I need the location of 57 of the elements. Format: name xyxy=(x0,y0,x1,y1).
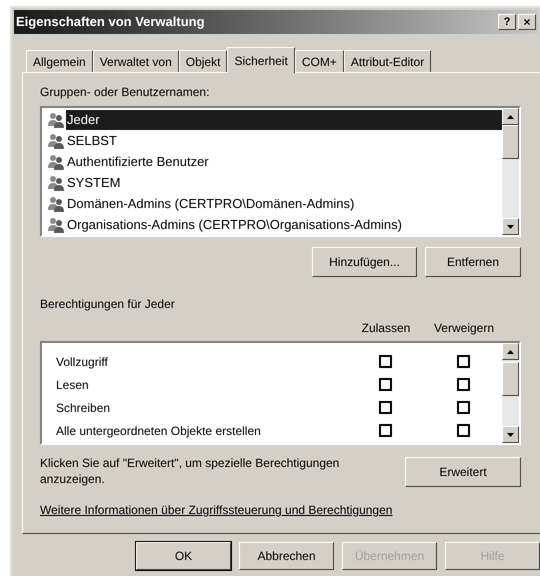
checkbox[interactable] xyxy=(456,401,470,414)
checkbox[interactable] xyxy=(456,424,470,437)
close-button[interactable]: × xyxy=(518,14,536,30)
scroll-thumb[interactable] xyxy=(502,362,519,396)
permissions-label: Berechtigungen für Jeder xyxy=(40,296,176,313)
users-icon xyxy=(47,154,65,170)
scroll-up-button[interactable] xyxy=(502,343,519,360)
tab[interactable]: Allgemein xyxy=(26,50,93,72)
help-link[interactable]: Weitere Informationen über Zugriffssteuerung und Berechtigungen xyxy=(40,501,523,519)
users-icon xyxy=(47,196,65,212)
group-item[interactable]: SYSTEM xyxy=(66,172,502,192)
action-button[interactable]: Hinzufügen... xyxy=(312,247,417,277)
advanced-button[interactable]: Erweitert xyxy=(405,457,521,487)
permission-name: Lesen xyxy=(55,376,90,394)
tab[interactable]: Sicherheit xyxy=(227,47,295,73)
users-icon xyxy=(47,132,65,148)
up-arrow-icon xyxy=(507,114,514,118)
dialog-button[interactable]: OK xyxy=(136,542,231,570)
scrollbar[interactable] xyxy=(502,343,519,443)
group-item[interactable]: Organisations-Admins (CERTPRO\Organisations-Admins) xyxy=(66,214,502,234)
scroll-down-button[interactable] xyxy=(502,426,519,443)
checkbox[interactable] xyxy=(378,378,392,391)
scroll-down-button[interactable] xyxy=(502,218,519,235)
users-icon xyxy=(47,216,65,232)
scroll-thumb[interactable] xyxy=(502,125,519,159)
groups-list[interactable]: Jeder SELBST Authentifizierte Benutzer SYSTEM Domänen-Admins (CERTPRO\Domänen-Admins) Organisations-Admins (CERTPRO\Organisations-Admins) xyxy=(40,106,521,237)
tab[interactable]: Verwaltet von xyxy=(92,50,179,72)
group-item[interactable]: Authentifizierte Benutzer xyxy=(66,152,502,172)
tab[interactable]: COM+ xyxy=(294,50,344,72)
window-title: Eigenschaften von Verwaltung xyxy=(16,13,206,32)
advanced-hint: Klicken Sie auf "Erweitert", um spezielle Berechtigungen anzuzeigen. xyxy=(40,455,340,487)
tab[interactable]: Objekt xyxy=(178,50,228,72)
down-arrow-icon xyxy=(507,432,514,436)
scroll-up-button[interactable] xyxy=(502,108,519,125)
help-button[interactable]: ? xyxy=(498,14,516,30)
column-header: Zulassen xyxy=(360,320,412,337)
down-arrow-icon xyxy=(507,224,514,228)
tab[interactable]: Attribut-Editor xyxy=(344,50,432,72)
groups-label: Gruppen- oder Benutzernamen: xyxy=(40,84,210,101)
action-button[interactable]: Entfernen xyxy=(425,247,521,277)
scrollbar[interactable] xyxy=(502,108,519,235)
group-item[interactable]: Jeder xyxy=(66,110,502,130)
permission-name: Alle untergeordneten Objekte erstellen xyxy=(55,422,262,440)
checkbox[interactable] xyxy=(378,424,392,437)
users-icon xyxy=(47,112,65,128)
checkbox[interactable] xyxy=(378,355,392,368)
group-item[interactable]: Domänen-Admins (CERTPRO\Domänen-Admins) xyxy=(66,194,502,214)
checkbox[interactable] xyxy=(456,378,470,391)
permission-name: Schreiben xyxy=(55,400,112,416)
column-header: Verweigern xyxy=(432,320,496,337)
checkbox[interactable] xyxy=(456,355,470,368)
users-icon xyxy=(47,174,65,190)
checkbox[interactable] xyxy=(378,401,392,414)
dialog-button[interactable]: Abbrechen xyxy=(239,542,334,570)
up-arrow-icon xyxy=(507,350,514,354)
permission-name: Vollzugriff xyxy=(55,354,109,370)
group-item[interactable]: SELBST xyxy=(66,130,502,150)
